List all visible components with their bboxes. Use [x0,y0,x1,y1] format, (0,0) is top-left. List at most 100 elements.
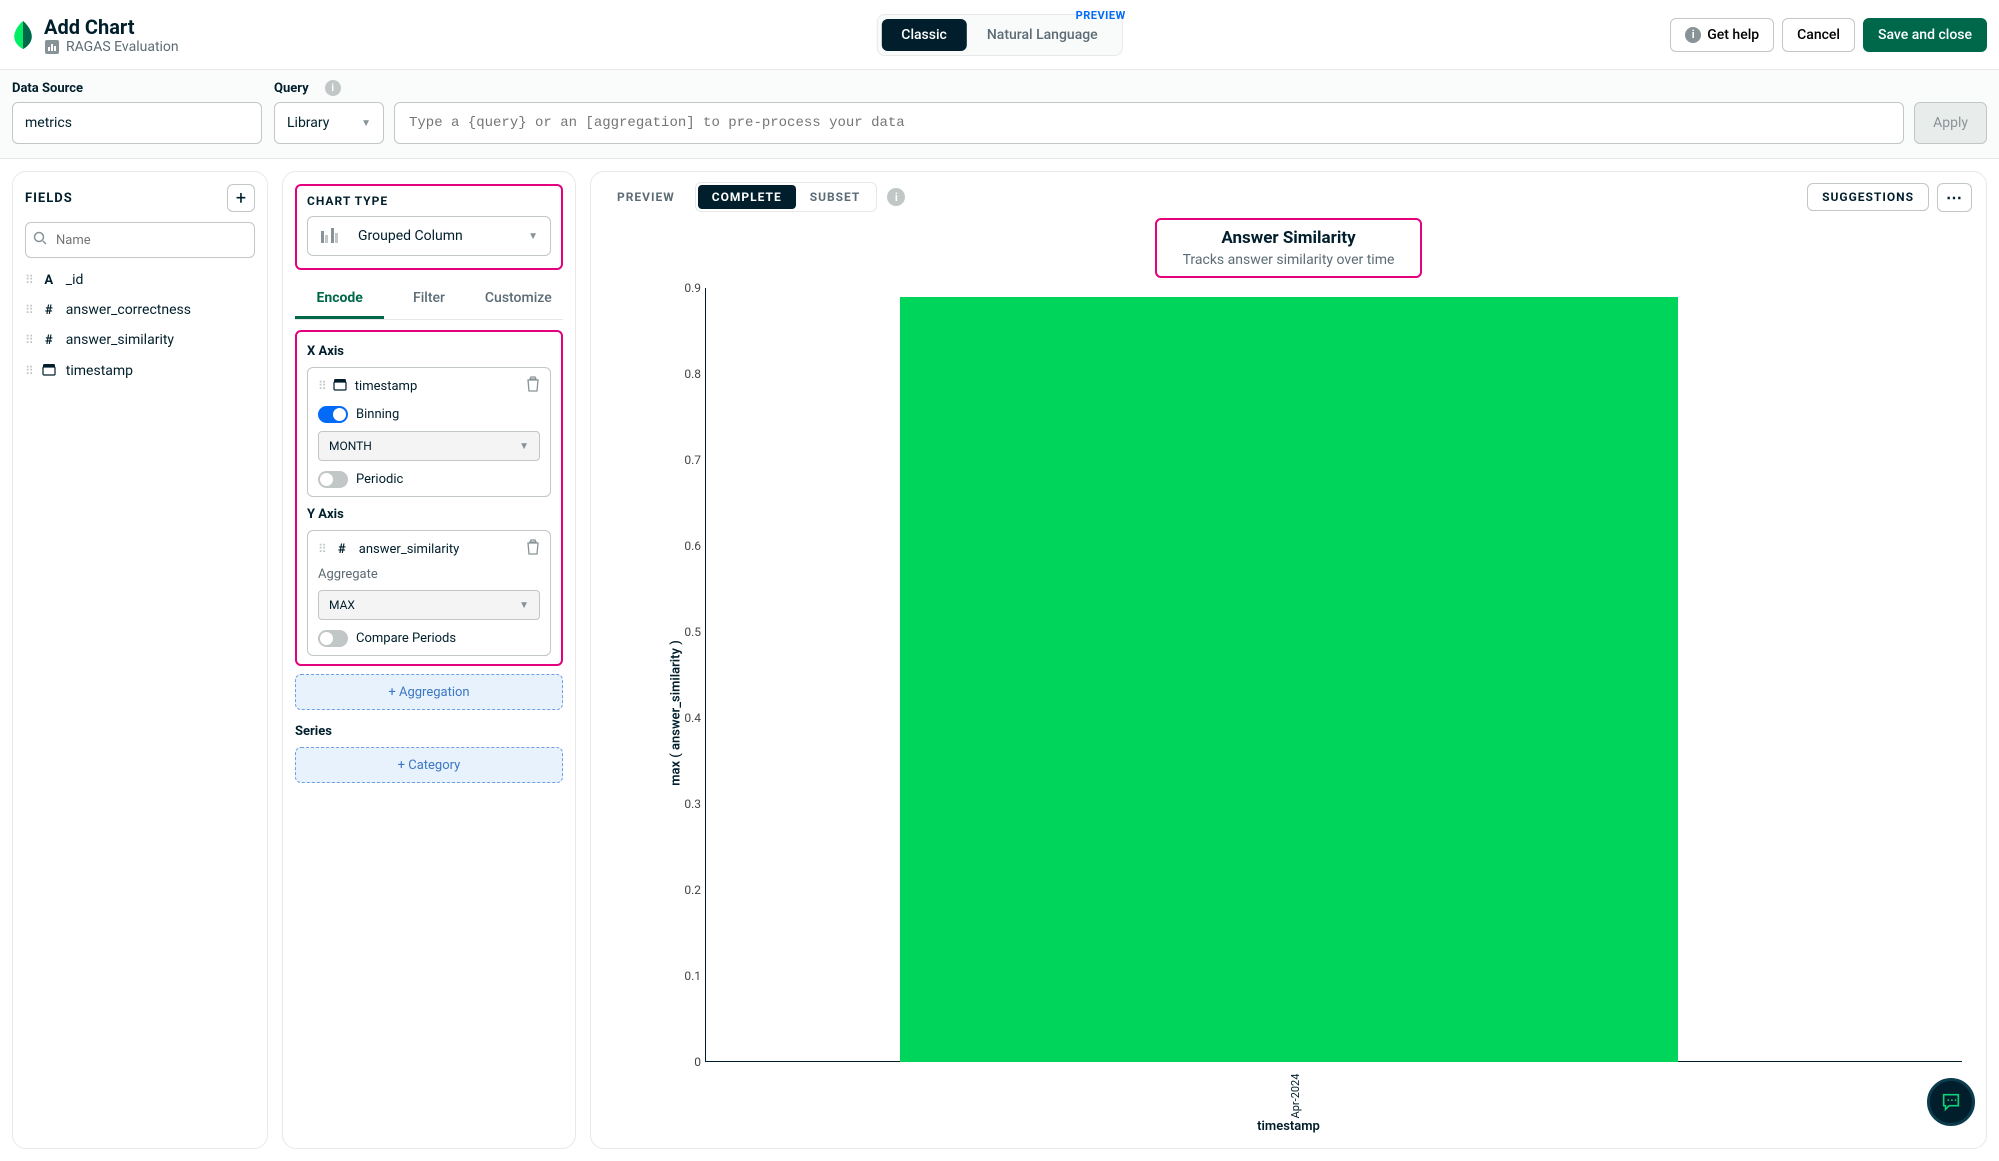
number-type-icon: # [40,333,58,348]
tab-encode[interactable]: Encode [295,280,384,319]
chart-type-label: CHART TYPE [307,194,551,208]
number-type-icon: # [333,542,351,557]
info-icon[interactable]: i [887,188,905,206]
series-label: Series [295,724,563,739]
y-tick-label: 0.4 [684,711,701,725]
data-source-select[interactable]: metrics [12,102,262,144]
chart-area: max ( answer_similarity ) 00.10.20.30.40… [605,288,1972,1138]
config-panel: CHART TYPE Grouped Column ▼ Encode Filte… [282,171,576,1149]
suggestions-button[interactable]: SUGGESTIONS [1807,183,1929,211]
text-type-icon: A [40,273,58,288]
tab-natural-language[interactable]: Natural Language PREVIEW [967,19,1118,51]
field-item-answer-correctness[interactable]: ⠿#answer_correctness [25,302,255,318]
drag-grip-icon: ⠿ [318,379,325,393]
chevron-down-icon: ▼ [361,118,371,129]
mode-tabs: Classic Natural Language PREVIEW [876,14,1122,56]
more-menu-button[interactable]: ⋯ [1937,183,1972,212]
page-title: Add Chart [44,15,179,39]
y-tick-label: 0.1 [684,969,701,983]
y-tick-label: 0.7 [684,453,701,467]
chart-subtitle: Tracks answer similarity over time [1183,252,1395,268]
binning-label: Binning [356,407,399,422]
tab-classic[interactable]: Classic [881,19,967,51]
info-icon: i [1685,27,1701,43]
compare-periods-toggle[interactable] [318,630,348,647]
chart-title: Answer Similarity [1183,228,1395,248]
add-aggregation-button[interactable]: + Aggregation [295,674,563,710]
y-tick-label: 0.5 [684,625,701,639]
field-item-id[interactable]: ⠿A_id [25,272,255,288]
date-type-icon [40,362,58,380]
chevron-down-icon: ▼ [519,441,529,452]
y-tick-label: 0.2 [684,883,701,897]
save-and-close-button[interactable]: Save and close [1863,18,1987,52]
field-item-answer-similarity[interactable]: ⠿#answer_similarity [25,332,255,348]
chart-type-select[interactable]: Grouped Column ▼ [307,216,551,256]
compare-periods-label: Compare Periods [356,631,456,646]
x-axis-label: X Axis [307,344,551,359]
chat-help-fab[interactable] [1927,1078,1975,1126]
tab-filter[interactable]: Filter [384,280,473,319]
drag-grip-icon: ⠿ [25,303,32,317]
grouped-column-icon [320,225,340,247]
y-tick-label: 0.3 [684,797,701,811]
fields-panel: FIELDS + ⠿A_id ⠿#answer_correctness ⠿#an… [12,171,268,1149]
chart-type-block: CHART TYPE Grouped Column ▼ [295,184,563,270]
aggregate-select[interactable]: MAX▼ [318,590,540,620]
binning-granularity-select[interactable]: MONTH▼ [318,431,540,461]
drag-grip-icon: ⠿ [318,542,325,556]
mongodb-leaf-icon [12,21,34,49]
number-type-icon: # [40,303,58,318]
drag-grip-icon: ⠿ [25,333,32,347]
preview-label: PREVIEW [605,184,687,210]
encode-block: X Axis ⠿ timestamp Binning MONTH▼ Period… [295,330,563,666]
breadcrumb-text: RAGAS Evaluation [66,39,179,55]
tab-subset[interactable]: SUBSET [796,185,875,209]
chart-icon [44,39,60,55]
x-tick-label: Apr-2024 [1289,1074,1302,1119]
y-tick-label: 0.8 [684,367,701,381]
y-tick-label: 0.6 [684,539,701,553]
data-source-label: Data Source [12,81,262,96]
chevron-down-icon: ▼ [519,600,529,611]
fields-search-input[interactable] [25,222,255,258]
query-label: Queryi [274,80,1987,96]
query-input[interactable] [394,102,1904,144]
trash-icon[interactable] [526,539,540,559]
query-library-select[interactable]: Library▼ [274,102,384,144]
date-type-icon [333,377,347,395]
fields-heading: FIELDS [25,191,73,206]
add-category-button[interactable]: + Category [295,747,563,783]
y-tick-label: 0 [694,1055,701,1069]
drag-grip-icon: ⠿ [25,364,32,378]
info-icon[interactable]: i [325,80,341,96]
add-field-button[interactable]: + [227,184,255,212]
bar[interactable] [900,297,1678,1062]
trash-icon[interactable] [526,376,540,396]
y-field-name: answer_similarity [359,542,460,557]
tab-complete[interactable]: COMPLETE [698,185,796,209]
tab-customize[interactable]: Customize [474,280,563,319]
periodic-label: Periodic [356,472,403,487]
x-axis-field-box: ⠿ timestamp Binning MONTH▼ Periodic [307,367,551,497]
x-field-name: timestamp [355,379,417,394]
cancel-button[interactable]: Cancel [1782,18,1855,52]
get-help-button[interactable]: iGet help [1670,18,1774,52]
y-axis-label: Y Axis [307,507,551,522]
preview-badge: PREVIEW [1076,9,1126,22]
binning-toggle[interactable] [318,406,348,423]
x-axis-title: timestamp [1257,1119,1320,1134]
chat-icon [1940,1091,1962,1113]
chart-panel: PREVIEW COMPLETE SUBSET i SUGGESTIONS ⋯ … [590,171,1987,1149]
aggregate-label: Aggregate [318,567,540,582]
apply-button[interactable]: Apply [1914,102,1987,144]
field-item-timestamp[interactable]: ⠿timestamp [25,362,255,380]
y-axis-line [705,288,706,1062]
y-axis-field-box: ⠿ # answer_similarity Aggregate MAX▼ Com… [307,530,551,656]
periodic-toggle[interactable] [318,471,348,488]
y-tick-label: 0.9 [684,281,701,295]
chart-title-box: Answer Similarity Tracks answer similari… [1155,218,1423,278]
search-icon [33,231,47,249]
drag-grip-icon: ⠿ [25,273,32,287]
chevron-down-icon: ▼ [528,231,538,242]
